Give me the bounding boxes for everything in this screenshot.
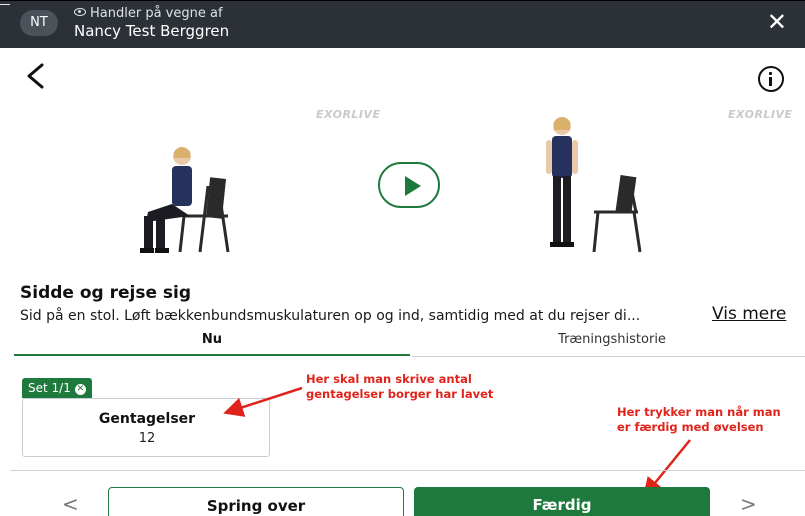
set-badge[interactable]: Set 1/1 ✕ bbox=[22, 378, 92, 398]
done-annotation: Her trykker man når man er færdig med øv… bbox=[617, 405, 781, 435]
banner-top-rule bbox=[0, 0, 805, 1]
avatar: NT bbox=[20, 10, 58, 36]
play-button[interactable] bbox=[378, 162, 440, 208]
reps-annotation-line: Her skal man skrive antal bbox=[306, 372, 472, 386]
repetitions-label: Gentagelser bbox=[98, 411, 196, 427]
repetitions-value[interactable]: 12 bbox=[23, 431, 271, 446]
seated-position-image bbox=[140, 147, 230, 253]
previous-exercise-button[interactable]: < bbox=[62, 492, 79, 516]
exercise-title: Sidde og rejse sig bbox=[20, 283, 192, 303]
footer-divider bbox=[10, 470, 805, 471]
handler-line: Handler på vegne af bbox=[74, 6, 223, 21]
play-icon bbox=[405, 176, 421, 196]
done-annotation-line: Her trykker man når man bbox=[617, 405, 781, 419]
set-badge-label: Set 1/1 bbox=[28, 381, 71, 395]
done-button[interactable]: Færdig bbox=[414, 487, 710, 516]
remove-set-icon[interactable]: ✕ bbox=[74, 384, 86, 395]
exercise-description: Sid på en stol. Løft bækkenbundsmuskulat… bbox=[20, 308, 641, 324]
close-icon[interactable]: ✕ bbox=[767, 10, 787, 34]
exorlive-watermark: EXORLIVE bbox=[316, 108, 381, 121]
done-arrow bbox=[642, 439, 691, 498]
patient-name: Nancy Test Berggren bbox=[74, 22, 230, 40]
reps-annotation-line: gentagelser borger har lavet bbox=[306, 387, 494, 401]
standing-position-image bbox=[546, 117, 642, 253]
tab-training-history[interactable]: Træningshistorie bbox=[412, 332, 805, 357]
repetitions-input-card[interactable]: Gentagelser 12 bbox=[22, 398, 270, 457]
acting-on-behalf-banner: NT Handler på vegne af Nancy Test Berggr… bbox=[0, 0, 805, 48]
show-more-link[interactable]: Vis mere bbox=[712, 304, 786, 324]
tab-now[interactable]: Nu bbox=[14, 332, 410, 356]
skip-button[interactable]: Spring over bbox=[108, 487, 404, 516]
done-annotation-line: er færdig med øvelsen bbox=[617, 420, 764, 434]
reps-annotation: Her skal man skrive antal gentagelser bo… bbox=[306, 372, 493, 402]
handler-label: Handler på vegne af bbox=[90, 6, 223, 21]
info-icon[interactable] bbox=[758, 66, 784, 92]
next-exercise-button[interactable]: > bbox=[740, 492, 757, 516]
banner-left-rule bbox=[0, 4, 10, 5]
back-arrow-icon[interactable] bbox=[24, 62, 46, 90]
eye-icon bbox=[74, 8, 86, 16]
exorlive-watermark: EXORLIVE bbox=[728, 108, 793, 121]
